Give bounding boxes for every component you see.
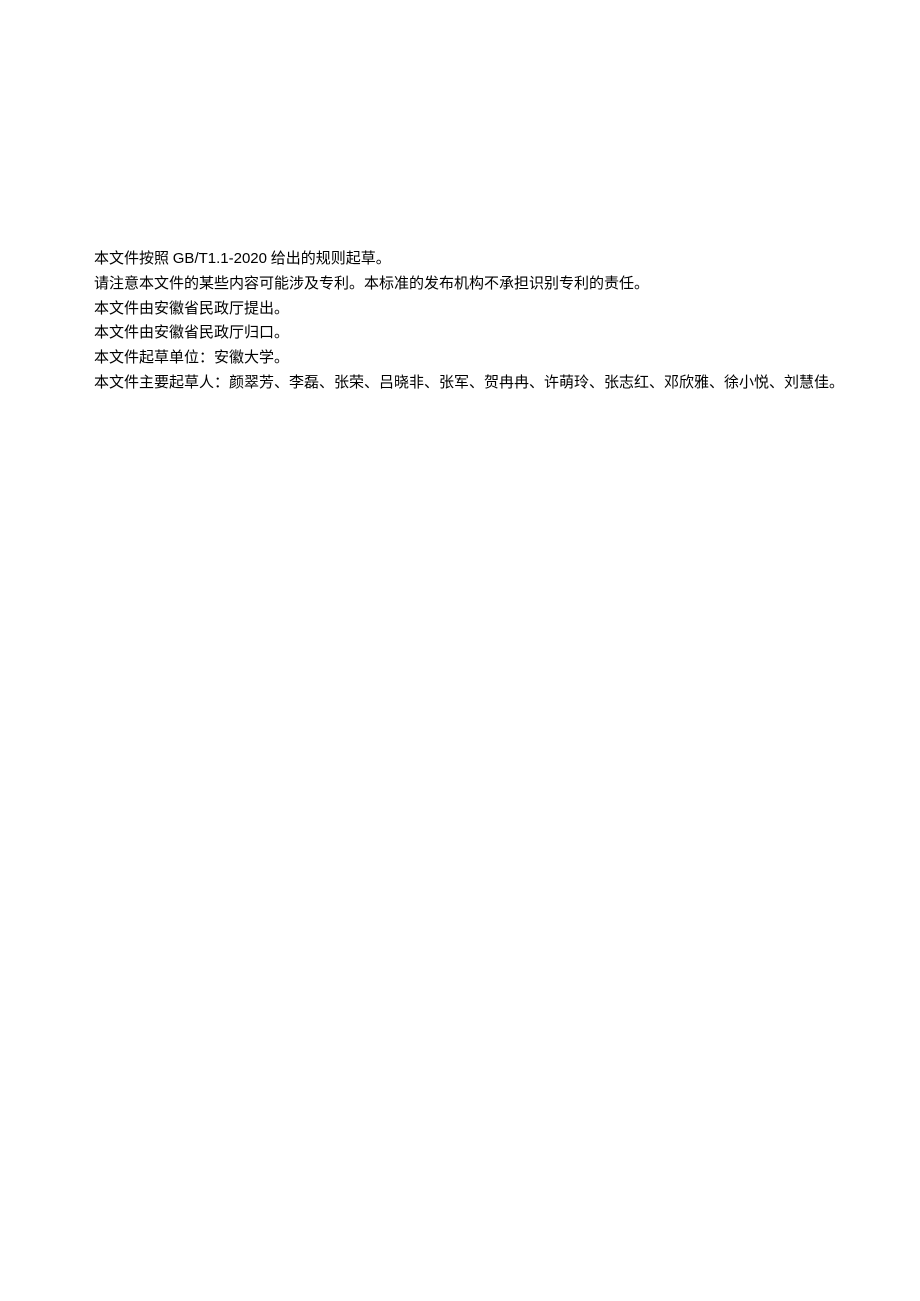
paragraph-drafters: 本文件主要起草人：颜翠芳、李磊、张荣、吕晓非、张军、贺冉冉、许萌玲、张志红、邓欣… [64, 371, 856, 396]
paragraph-proposer: 本文件由安徽省民政厅提出。 [64, 297, 856, 322]
paragraph-rules: 本文件按照 GB/T1.1-2020 给出的规则起草。 [64, 247, 856, 272]
paragraph-drafting-unit: 本文件起草单位：安徽大学。 [64, 346, 856, 371]
text-standard-code: GB/T1.1-2020 [173, 250, 267, 267]
text-prefix: 本文件按照 [94, 251, 173, 267]
document-body: 本文件按照 GB/T1.1-2020 给出的规则起草。 请注意本文件的某些内容可… [64, 247, 856, 396]
paragraph-jurisdiction: 本文件由安徽省民政厅归口。 [64, 321, 856, 346]
text-suffix: 给出的规则起草。 [267, 251, 391, 267]
paragraph-patent-notice: 请注意本文件的某些内容可能涉及专利。本标准的发布机构不承担识别专利的责任。 [64, 272, 856, 297]
